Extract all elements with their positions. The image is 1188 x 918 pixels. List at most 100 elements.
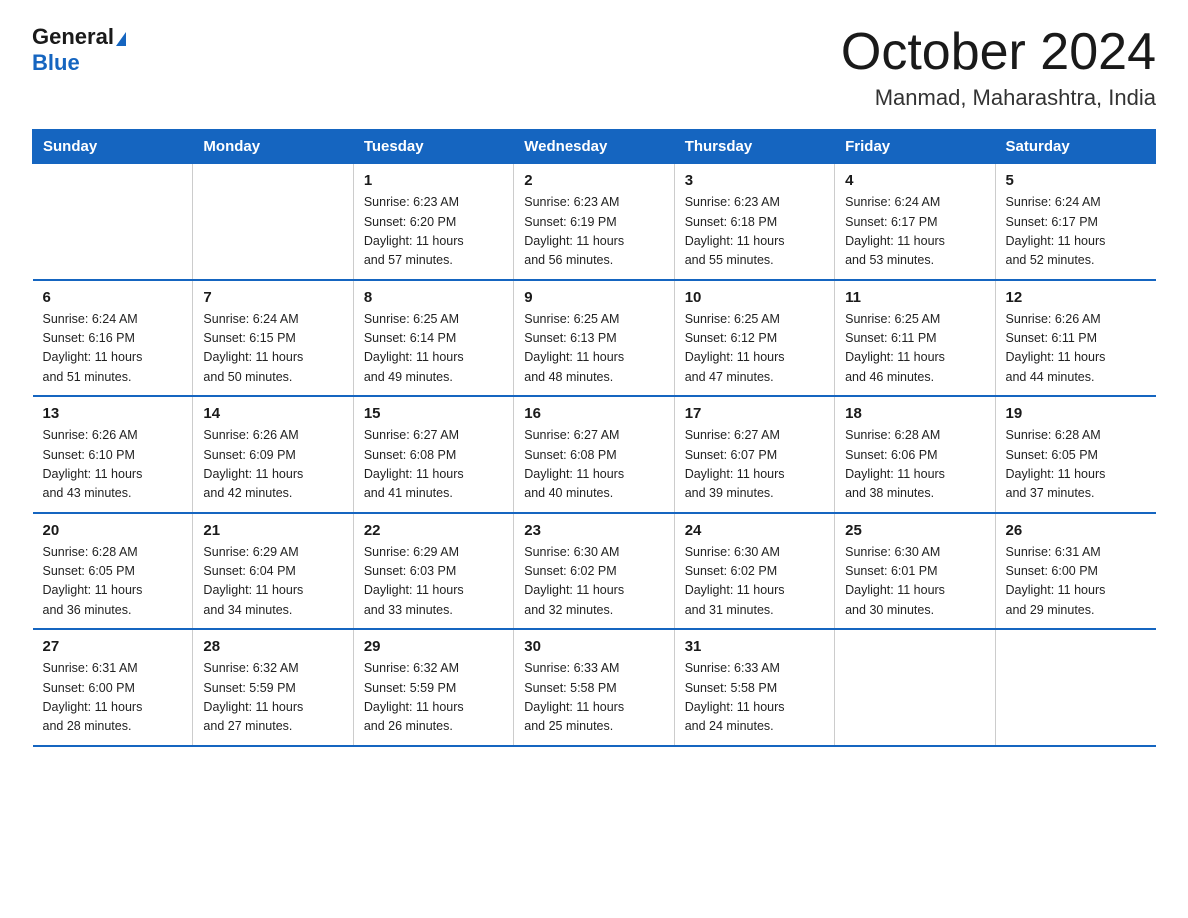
day-info: Sunrise: 6:24 AMSunset: 6:17 PMDaylight:… bbox=[1006, 193, 1146, 271]
day-info: Sunrise: 6:30 AMSunset: 6:02 PMDaylight:… bbox=[685, 543, 824, 621]
day-number: 11 bbox=[845, 289, 984, 306]
logo-triangle-icon bbox=[116, 32, 126, 46]
calendar-cell: 18Sunrise: 6:28 AMSunset: 6:06 PMDayligh… bbox=[835, 396, 995, 513]
day-info: Sunrise: 6:33 AMSunset: 5:58 PMDaylight:… bbox=[685, 659, 824, 737]
day-info: Sunrise: 6:25 AMSunset: 6:11 PMDaylight:… bbox=[845, 310, 984, 388]
calendar-cell: 19 Sunrise: 6:28 AMSunset: 6:05 PMDayligh… bbox=[995, 396, 1155, 513]
day-number: 30 bbox=[524, 638, 663, 655]
day-number: 25 bbox=[845, 522, 984, 539]
calendar-cell: 1Sunrise: 6:23 AMSunset: 6:20 PMDaylight… bbox=[353, 164, 513, 280]
calendar-cell: 14 Sunrise: 6:26 AMSunset: 6:09 PMDayligh… bbox=[193, 396, 353, 513]
calendar-week-row: 20 Sunrise: 6:28 AMSunset: 6:05 PMDayligh… bbox=[33, 513, 1156, 630]
day-info: Sunrise: 6:27 AMSunset: 6:07 PMDaylight:… bbox=[685, 426, 824, 504]
day-number: 6 bbox=[43, 289, 183, 306]
day-info: Sunrise: 6:32 AMSunset: 5:59 PMDaylight:… bbox=[364, 659, 503, 737]
day-number: 12 bbox=[1006, 289, 1146, 306]
day-info: Sunrise: 6:28 AMSunset: 6:05 PMDaylight:… bbox=[43, 543, 183, 621]
day-info: Sunrise: 6:23 AMSunset: 6:19 PMDaylight:… bbox=[524, 193, 663, 271]
day-number: 2 bbox=[524, 172, 663, 189]
month-title: October 2024 bbox=[841, 24, 1156, 81]
day-info: Sunrise: 6:24 AMSunset: 6:16 PMDaylight:… bbox=[43, 310, 183, 388]
calendar-cell: 25 Sunrise: 6:30 AMSunset: 6:01 PMDayligh… bbox=[835, 513, 995, 630]
day-number: 10 bbox=[685, 289, 824, 306]
calendar-cell: 11 Sunrise: 6:25 AMSunset: 6:11 PMDayligh… bbox=[835, 280, 995, 397]
header-tuesday: Tuesday bbox=[353, 130, 513, 164]
day-number: 20 bbox=[43, 522, 183, 539]
calendar-cell: 23 Sunrise: 6:30 AMSunset: 6:02 PMDayligh… bbox=[514, 513, 674, 630]
day-info: Sunrise: 6:28 AMSunset: 6:06 PMDaylight:… bbox=[845, 426, 984, 504]
header-friday: Friday bbox=[835, 130, 995, 164]
calendar-cell: 20 Sunrise: 6:28 AMSunset: 6:05 PMDayligh… bbox=[33, 513, 193, 630]
day-info: Sunrise: 6:31 AMSunset: 6:00 PMDaylight:… bbox=[1006, 543, 1146, 621]
day-info: Sunrise: 6:30 AMSunset: 6:02 PMDaylight:… bbox=[524, 543, 663, 621]
day-number: 26 bbox=[1006, 522, 1146, 539]
header-sunday: Sunday bbox=[33, 130, 193, 164]
logo-blue-text: Blue bbox=[32, 50, 80, 76]
day-number: 14 bbox=[203, 405, 342, 422]
calendar-week-row: 6 Sunrise: 6:24 AMSunset: 6:16 PMDaylight… bbox=[33, 280, 1156, 397]
calendar-cell: 2 Sunrise: 6:23 AMSunset: 6:19 PMDaylight… bbox=[514, 164, 674, 280]
day-number: 31 bbox=[685, 638, 824, 655]
header-wednesday: Wednesday bbox=[514, 130, 674, 164]
day-info: Sunrise: 6:25 AMSunset: 6:13 PMDaylight:… bbox=[524, 310, 663, 388]
calendar-cell: 27 Sunrise: 6:31 AMSunset: 6:00 PMDayligh… bbox=[33, 629, 193, 746]
calendar-cell: 5 Sunrise: 6:24 AMSunset: 6:17 PMDaylight… bbox=[995, 164, 1155, 280]
calendar-cell: 16 Sunrise: 6:27 AMSunset: 6:08 PMDayligh… bbox=[514, 396, 674, 513]
calendar-cell: 10Sunrise: 6:25 AMSunset: 6:12 PMDayligh… bbox=[674, 280, 834, 397]
day-info: Sunrise: 6:29 AMSunset: 6:03 PMDaylight:… bbox=[364, 543, 503, 621]
day-info: Sunrise: 6:27 AMSunset: 6:08 PMDaylight:… bbox=[364, 426, 503, 504]
day-number: 17 bbox=[685, 405, 824, 422]
day-number: 28 bbox=[203, 638, 342, 655]
day-number: 7 bbox=[203, 289, 342, 306]
day-info: Sunrise: 6:33 AMSunset: 5:58 PMDaylight:… bbox=[524, 659, 663, 737]
calendar-cell: 13 Sunrise: 6:26 AMSunset: 6:10 PMDayligh… bbox=[33, 396, 193, 513]
title-area: October 2024 Manmad, Maharashtra, India bbox=[841, 24, 1156, 111]
day-info: Sunrise: 6:31 AMSunset: 6:00 PMDaylight:… bbox=[43, 659, 183, 737]
calendar-cell: 21 Sunrise: 6:29 AMSunset: 6:04 PMDayligh… bbox=[193, 513, 353, 630]
calendar-cell: 26 Sunrise: 6:31 AMSunset: 6:00 PMDayligh… bbox=[995, 513, 1155, 630]
calendar-cell: 6 Sunrise: 6:24 AMSunset: 6:16 PMDaylight… bbox=[33, 280, 193, 397]
calendar-cell: 24 Sunrise: 6:30 AMSunset: 6:02 PMDayligh… bbox=[674, 513, 834, 630]
day-info: Sunrise: 6:26 AMSunset: 6:11 PMDaylight:… bbox=[1006, 310, 1146, 388]
header-saturday: Saturday bbox=[995, 130, 1155, 164]
calendar-cell: 17 Sunrise: 6:27 AMSunset: 6:07 PMDayligh… bbox=[674, 396, 834, 513]
day-number: 1 bbox=[364, 172, 503, 189]
day-number: 27 bbox=[43, 638, 183, 655]
day-info: Sunrise: 6:24 AMSunset: 6:15 PMDaylight:… bbox=[203, 310, 342, 388]
calendar-week-row: 27 Sunrise: 6:31 AMSunset: 6:00 PMDayligh… bbox=[33, 629, 1156, 746]
day-number: 16 bbox=[524, 405, 663, 422]
day-number: 4 bbox=[845, 172, 984, 189]
day-info: Sunrise: 6:26 AMSunset: 6:09 PMDaylight:… bbox=[203, 426, 342, 504]
logo: General Blue bbox=[32, 24, 126, 76]
day-number: 19 bbox=[1006, 405, 1146, 422]
calendar-cell bbox=[995, 629, 1155, 746]
calendar-cell: 8 Sunrise: 6:25 AMSunset: 6:14 PMDaylight… bbox=[353, 280, 513, 397]
calendar-cell: 9Sunrise: 6:25 AMSunset: 6:13 PMDaylight… bbox=[514, 280, 674, 397]
day-number: 5 bbox=[1006, 172, 1146, 189]
calendar-cell: 28 Sunrise: 6:32 AMSunset: 5:59 PMDayligh… bbox=[193, 629, 353, 746]
day-number: 13 bbox=[43, 405, 183, 422]
day-info: Sunrise: 6:28 AMSunset: 6:05 PMDaylight:… bbox=[1006, 426, 1146, 504]
day-number: 23 bbox=[524, 522, 663, 539]
calendar-cell: 3Sunrise: 6:23 AMSunset: 6:18 PMDaylight… bbox=[674, 164, 834, 280]
day-info: Sunrise: 6:27 AMSunset: 6:08 PMDaylight:… bbox=[524, 426, 663, 504]
calendar-header-row: SundayMondayTuesdayWednesdayThursdayFrid… bbox=[33, 130, 1156, 164]
calendar-cell: 4 Sunrise: 6:24 AMSunset: 6:17 PMDaylight… bbox=[835, 164, 995, 280]
day-number: 29 bbox=[364, 638, 503, 655]
day-info: Sunrise: 6:30 AMSunset: 6:01 PMDaylight:… bbox=[845, 543, 984, 621]
day-info: Sunrise: 6:23 AMSunset: 6:18 PMDaylight:… bbox=[685, 193, 824, 271]
calendar-cell: 30 Sunrise: 6:33 AMSunset: 5:58 PMDayligh… bbox=[514, 629, 674, 746]
day-info: Sunrise: 6:32 AMSunset: 5:59 PMDaylight:… bbox=[203, 659, 342, 737]
calendar-cell bbox=[835, 629, 995, 746]
location-label: Manmad, Maharashtra, India bbox=[841, 85, 1156, 111]
day-number: 21 bbox=[203, 522, 342, 539]
day-number: 24 bbox=[685, 522, 824, 539]
calendar-table: SundayMondayTuesdayWednesdayThursdayFrid… bbox=[32, 129, 1156, 747]
day-info: Sunrise: 6:29 AMSunset: 6:04 PMDaylight:… bbox=[203, 543, 342, 621]
day-info: Sunrise: 6:25 AMSunset: 6:14 PMDaylight:… bbox=[364, 310, 503, 388]
calendar-cell: 7 Sunrise: 6:24 AMSunset: 6:15 PMDaylight… bbox=[193, 280, 353, 397]
day-info: Sunrise: 6:26 AMSunset: 6:10 PMDaylight:… bbox=[43, 426, 183, 504]
calendar-week-row: 1Sunrise: 6:23 AMSunset: 6:20 PMDaylight… bbox=[33, 164, 1156, 280]
day-number: 8 bbox=[364, 289, 503, 306]
day-info: Sunrise: 6:24 AMSunset: 6:17 PMDaylight:… bbox=[845, 193, 984, 271]
